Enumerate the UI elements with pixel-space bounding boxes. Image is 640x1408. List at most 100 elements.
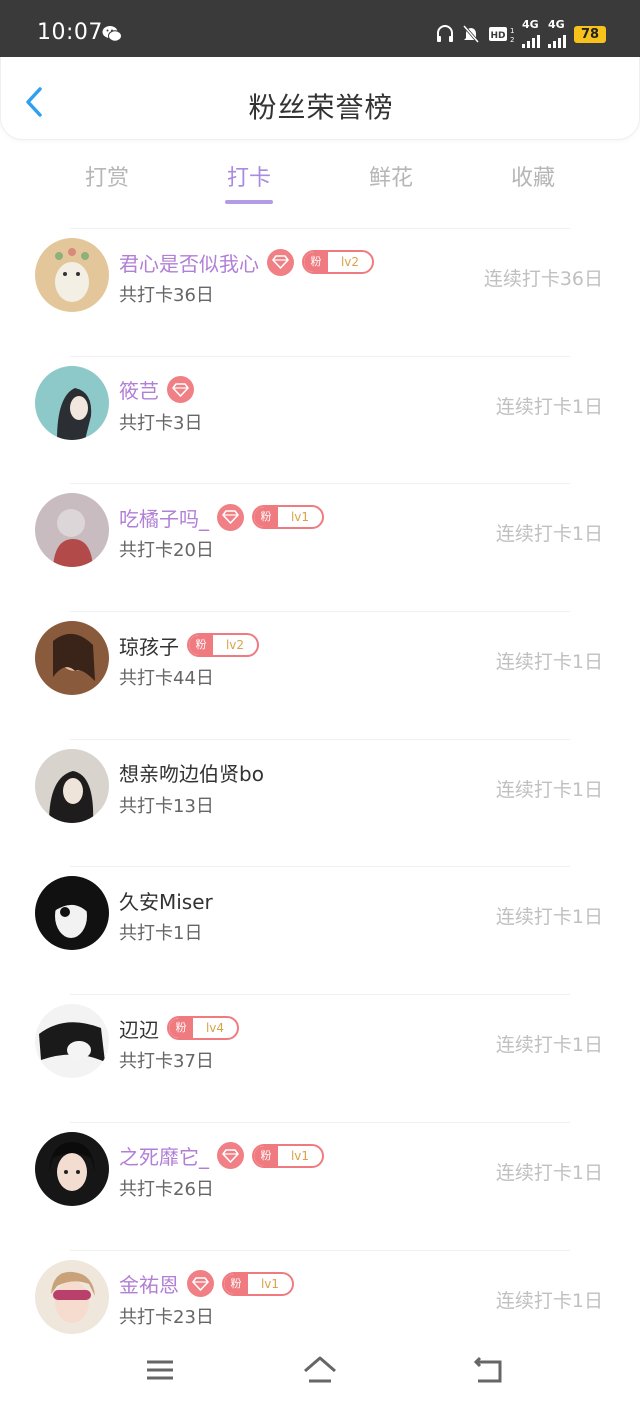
name-line: 吃橘子吗_ 粉 lv1 [119,503,324,531]
fan-tag: 粉 [254,1145,278,1166]
fan-tag: 粉 [224,1273,248,1294]
fan-level-badge: 粉 lv4 [167,1016,239,1041]
avatar[interactable] [35,876,109,951]
avatar[interactable] [35,1131,109,1206]
diamond-icon [217,1142,244,1170]
avatar[interactable] [35,621,109,696]
name-line: 久安Miser [119,886,213,914]
total-checkins: 共打卡26日 [119,1178,214,1200]
fan-level: lv1 [290,510,310,525]
name-line: 筱芑 [119,376,194,404]
signal-icon [548,30,566,48]
menu-icon[interactable] [140,1354,180,1386]
name-line: 之死靡它_ 粉 lv1 [119,1142,324,1170]
svg-text:2: 2 [510,36,514,44]
fan-tag: 粉 [254,507,278,528]
fan-level: lv4 [205,1021,225,1036]
page-title: 粉丝荣誉榜 [248,91,394,124]
checkin-streak: 连续打卡1日 [495,651,603,674]
total-checkins: 共打卡1日 [119,923,203,945]
total-checkins: 共打卡23日 [119,1306,214,1328]
checkin-streak: 连续打卡1日 [495,778,603,801]
fan-list: 君心是否似我心 粉 lv2 共打卡36日 连续打卡36日筱芑 共打卡3日 连续打卡1… [0,228,640,1377]
name-line: 想亲吻边伯贤bo [119,759,264,787]
avatar[interactable] [35,238,109,312]
fan-level-badge: 粉 lv1 [252,1143,324,1168]
checkin-streak: 连续打卡36日 [483,268,603,290]
name-line: 琼孩子 粉 lv2 [119,631,259,659]
tab-favorites[interactable]: 收藏 [473,160,593,192]
fan-level: lv1 [290,1148,310,1163]
active-tab-indicator [225,200,273,204]
fan-level: lv1 [260,1276,280,1291]
user-name[interactable]: 之死靡它_ [119,1141,209,1170]
battery-icon: 78 [574,25,606,43]
network-type-1: 4G [522,18,539,31]
diamond-icon [167,376,194,404]
home-icon[interactable] [300,1354,340,1386]
avatar[interactable] [35,748,109,823]
tab-tip[interactable]: 打赏 [47,160,167,192]
fan-level-badge: 粉 lv2 [187,633,259,658]
status-bar: 10:07 HD 1 2 4G 4G 78 [0,0,640,57]
list-item[interactable]: 琼孩子 粉 lv2 共打卡44日 连续打卡1日 [0,611,640,739]
user-name[interactable]: 君心是否似我心 [119,248,259,277]
checkin-streak: 连续打卡1日 [495,906,603,929]
fan-level-badge: 粉 lv2 [302,250,374,274]
system-nav-bar [0,1340,640,1408]
fan-tag: 粉 [189,635,213,656]
user-name[interactable]: 金祐恩 [119,1269,179,1298]
user-name[interactable]: 吃橘子吗_ [119,503,209,532]
diamond-icon [187,1270,214,1297]
user-name[interactable]: 久安Miser [119,886,213,915]
user-name[interactable]: 辺辺 [119,1014,159,1043]
tab-bar: 打赏 打卡 鲜花 收藏 [0,140,640,220]
list-item[interactable]: 之死靡它_ 粉 lv1 共打卡26日 连续打卡1日 [0,1121,640,1250]
total-checkins: 共打卡20日 [119,540,214,562]
checkin-streak: 连续打卡1日 [495,1034,603,1057]
signal-icon [522,30,540,48]
avatar[interactable] [35,493,109,568]
hd-icon: HD 1 2 [489,27,514,44]
name-line: 辺辺 粉 lv4 [119,1014,239,1042]
list-item[interactable]: 吃橘子吗_ 粉 lv1 共打卡20日 连续打卡1日 [0,483,640,611]
wechat-icon [102,26,122,42]
total-checkins: 共打卡13日 [119,795,214,817]
checkin-streak: 连续打卡1日 [495,1289,603,1312]
tab-flowers[interactable]: 鲜花 [331,160,451,192]
name-line: 君心是否似我心 粉 lv2 [119,248,374,276]
avatar[interactable] [35,1259,109,1334]
status-time: 10:07 [37,20,103,45]
list-item[interactable]: 筱芑 共打卡3日 连续打卡1日 [0,355,640,484]
total-checkins: 共打卡36日 [119,285,214,306]
list-item[interactable]: 想亲吻边伯贤bo 共打卡13日 连续打卡1日 [0,738,640,867]
network-type-2: 4G [548,18,565,31]
fan-level: lv2 [225,638,245,653]
fan-level-badge: 粉 lv1 [222,1271,294,1296]
tab-checkin[interactable]: 打卡 [189,160,309,192]
svg-text:1: 1 [510,27,514,35]
headphones-icon [437,25,453,42]
list-item[interactable]: 久安Miser 共打卡1日 连续打卡1日 [0,866,640,994]
checkin-streak: 连续打卡1日 [495,523,603,546]
user-name[interactable]: 筱芑 [119,375,159,404]
mute-icon [462,25,480,43]
list-item[interactable]: 君心是否似我心 粉 lv2 共打卡36日 连续打卡36日 [0,228,640,356]
diamond-icon [217,503,244,531]
avatar[interactable] [35,1004,109,1079]
total-checkins: 共打卡37日 [119,1051,214,1073]
fan-tag: 粉 [169,1018,193,1039]
name-line: 金祐恩 粉 lv1 [119,1270,294,1298]
status-icons: HD 1 2 4G 4G 78 [436,18,606,48]
signal-2: 4G [548,18,566,48]
user-name[interactable]: 琼孩子 [119,631,179,660]
avatar[interactable] [35,365,109,440]
diamond-icon [267,248,294,276]
hd-label: HD [490,31,505,41]
back-icon[interactable] [468,1354,508,1386]
fan-tag: 粉 [304,252,328,272]
user-name[interactable]: 想亲吻边伯贤bo [119,758,264,787]
list-item[interactable]: 辺辺 粉 lv4 共打卡37日 连续打卡1日 [0,994,640,1122]
fan-level-badge: 粉 lv1 [252,505,324,530]
signal-1: 4G [522,18,540,48]
